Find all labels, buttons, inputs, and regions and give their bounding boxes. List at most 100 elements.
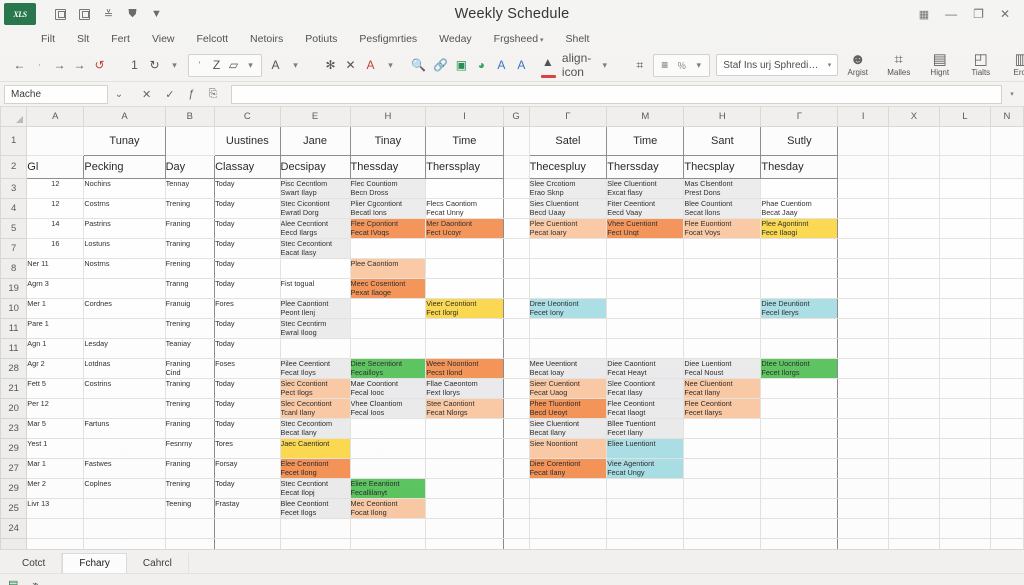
grid-cell[interactable]: Stec Cecntirm Ewral Iloog <box>279 317 351 339</box>
grid-cell[interactable]: Trening <box>164 477 216 499</box>
grid-cell[interactable]: Today <box>214 337 281 359</box>
ribbon-button-argist[interactable]: ☻ Argist <box>838 49 877 78</box>
grid-cell[interactable] <box>683 477 762 499</box>
grid-cell[interactable] <box>349 297 427 319</box>
cell-style-combo[interactable]: Staf Ins urj Sphredint.. ▾ <box>716 54 839 76</box>
grid-cell[interactable] <box>837 397 889 419</box>
grid-cell[interactable]: Trening <box>164 197 216 219</box>
grid-cell[interactable] <box>425 237 504 259</box>
grid-cell[interactable] <box>528 497 608 519</box>
grid-cell[interactable] <box>837 217 889 239</box>
filter-icon[interactable]: ⌗ <box>631 55 648 76</box>
grid-cell[interactable]: Flecs Caontiom Fecat Unny <box>425 197 504 219</box>
redo-icon[interactable]: → <box>71 55 88 76</box>
grid-cell[interactable] <box>837 437 889 459</box>
align-icon[interactable]: align-icon <box>560 51 593 79</box>
grid-cell[interactable] <box>502 477 530 499</box>
grid-cell[interactable]: Franuig <box>164 297 216 319</box>
grid-cell[interactable] <box>683 317 762 339</box>
grid-cell[interactable] <box>683 417 762 439</box>
grid-cell[interactable]: Blee Countiont Secat llons <box>683 197 762 219</box>
grid-cell[interactable] <box>887 237 940 259</box>
grid-cell[interactable]: Agn 1 <box>26 337 85 359</box>
empty-cell-7[interactable] <box>502 125 530 156</box>
grid-cell[interactable]: Slec Cecontiont Tcanl Ilany <box>279 397 351 419</box>
grid-cell[interactable]: Livr 13 <box>26 497 85 519</box>
grid-cell[interactable] <box>887 257 940 279</box>
grid-cell[interactable] <box>887 317 940 339</box>
menu-item-3[interactable]: View <box>141 33 186 45</box>
grid-cell[interactable]: Agr 2 <box>26 357 85 379</box>
grid-cell[interactable] <box>837 337 889 359</box>
grid-cell[interactable] <box>887 337 940 359</box>
grid-cell[interactable] <box>683 277 762 299</box>
grid-cell[interactable] <box>528 337 608 359</box>
grid-cell[interactable]: Diee Caontiont Fecat Heayt <box>606 357 685 379</box>
grid-cell[interactable] <box>938 177 991 199</box>
grid-cell[interactable] <box>683 337 762 359</box>
grid-cell[interactable] <box>683 237 762 259</box>
grid-cell[interactable]: Flee Euontiont Focat Voys <box>683 217 762 239</box>
grid-cell[interactable] <box>83 437 166 459</box>
grid-cell[interactable] <box>837 537 889 549</box>
menu-item-0[interactable]: Filt <box>30 33 66 45</box>
grid-cell[interactable]: Today <box>214 417 281 439</box>
grid-cell[interactable] <box>683 537 762 549</box>
grid-cell[interactable] <box>502 397 530 419</box>
grid-cell[interactable] <box>606 497 685 519</box>
grid-cell[interactable] <box>938 277 991 299</box>
grid-cell[interactable]: Siee Cluentiont Becat Ilany <box>528 417 608 439</box>
grid-cell[interactable]: Pisc Cecntlom Swart Ilayp <box>279 177 351 199</box>
column-header-3[interactable]: C <box>214 107 281 127</box>
grid-cell[interactable] <box>528 517 608 539</box>
grid-cell[interactable] <box>887 477 940 499</box>
menu-item-9[interactable]: Frgsheed <box>483 33 555 45</box>
header-cell-9[interactable]: Time <box>606 125 685 156</box>
grid-cell[interactable]: Costrins <box>83 377 166 399</box>
grid-cell[interactable] <box>502 177 530 199</box>
delete-icon[interactable]: ✕ <box>342 55 359 76</box>
grid-cell[interactable] <box>760 457 839 479</box>
grid-cell[interactable] <box>989 257 1024 279</box>
empty-cell-13[interactable] <box>887 154 940 179</box>
back-dot-icon[interactable]: ⋅ <box>31 55 48 76</box>
grid-cell[interactable]: Sieer Cuentiont Fecat Uaog <box>528 377 608 399</box>
chevron-down-icon[interactable]: ▼ <box>150 8 163 21</box>
grid-cell[interactable]: Dtee Uocntiont Fecet Ilorgs <box>760 357 839 379</box>
grid-cell[interactable]: Mer Daontiont Fect Ucoyr <box>425 217 504 239</box>
grid-cell[interactable]: Eliee Luentiont <box>606 437 685 459</box>
search-icon[interactable]: 🔍 <box>409 55 428 76</box>
grid-cell[interactable] <box>683 457 762 479</box>
grid-cell[interactable]: Mas Clsentlont Prest Dons <box>683 177 762 199</box>
grid-cell[interactable] <box>528 317 608 339</box>
grid-cell[interactable] <box>528 277 608 299</box>
grid-cell[interactable] <box>938 417 991 439</box>
grid-cell[interactable]: Fiter Ceentiont Eecd Vaay <box>606 197 685 219</box>
grid-cell[interactable] <box>349 457 427 479</box>
grid-cell[interactable]: 12 <box>26 197 85 219</box>
chevron-down-icon[interactable]: ▾ <box>287 55 304 76</box>
grid-cell[interactable] <box>279 537 351 549</box>
function-icon[interactable]: ƒ <box>188 88 194 100</box>
grid-cell[interactable] <box>425 257 504 279</box>
grid-cell[interactable] <box>938 317 991 339</box>
grid-cell[interactable] <box>989 457 1024 479</box>
grid-cell[interactable]: Today <box>214 257 281 279</box>
grid-cell[interactable] <box>83 517 166 539</box>
font-a-icon[interactable]: A <box>493 55 510 76</box>
grid-cell[interactable] <box>83 537 166 549</box>
grid-cell[interactable] <box>502 517 530 539</box>
grid-cell[interactable]: Mar 1 <box>26 457 85 479</box>
subheader-cell-5[interactable]: Thessday <box>349 154 427 179</box>
menu-item-2[interactable]: Fert <box>100 33 141 45</box>
grid-cell[interactable]: Plee Caontiom <box>349 257 427 279</box>
grid-cell[interactable]: Slee Cluentiont Excat flasy <box>606 177 685 199</box>
grid-cell[interactable] <box>760 237 839 259</box>
header-cell-10[interactable]: Sant <box>683 125 762 156</box>
grid-cell[interactable] <box>887 217 940 239</box>
grid-cell[interactable] <box>989 397 1024 419</box>
grid-cell[interactable]: Pastrins <box>83 217 166 239</box>
menu-item-10[interactable]: Shelt <box>555 33 601 45</box>
grid-cell[interactable] <box>760 437 839 459</box>
grid-cell[interactable] <box>938 537 991 549</box>
